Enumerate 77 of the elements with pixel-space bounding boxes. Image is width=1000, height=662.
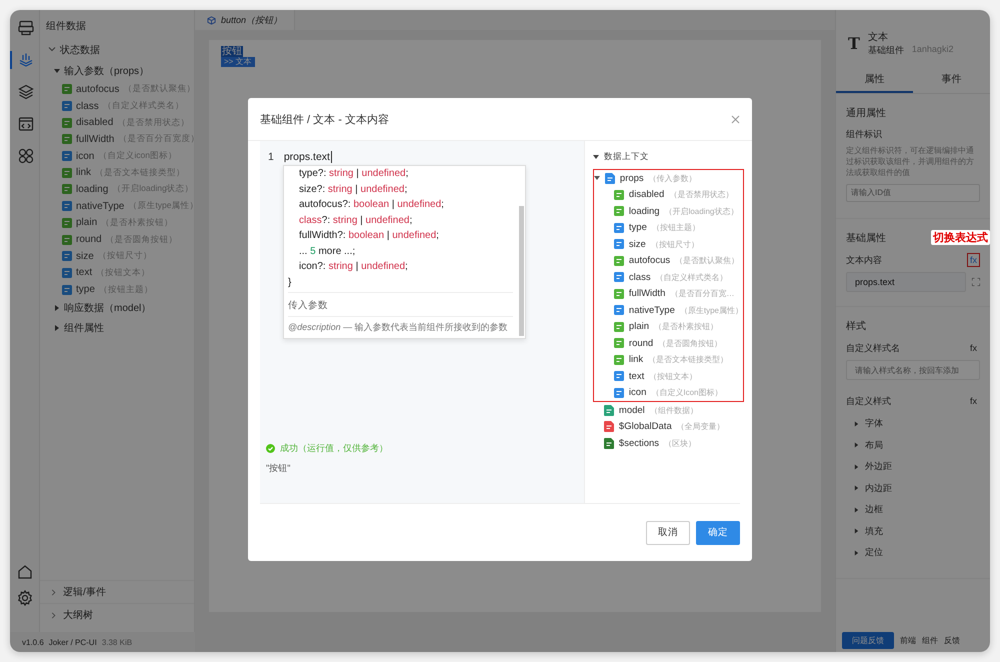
footer-link[interactable]: 反馈 <box>944 635 960 646</box>
footer-link[interactable]: 前端 <box>900 635 916 646</box>
tree-item[interactable]: size （按钮尺寸） <box>594 236 743 252</box>
style-group[interactable]: 内边距 <box>846 478 980 499</box>
tree-node[interactable]: 响应数据（model） <box>40 298 194 318</box>
panel-title: 组件数据 <box>45 20 87 34</box>
code-line: autofocus?: boolean | undefined; <box>298 198 445 212</box>
collapsible-section[interactable]: 大纲树 <box>40 603 194 626</box>
tree-item[interactable]: disabled （是否禁用状态） <box>594 186 743 203</box>
file-size: 3.38 KiB <box>102 638 132 646</box>
project-name: Joker / PC-UI <box>48 638 97 646</box>
result-value: "按钮" <box>266 462 292 475</box>
tree-item[interactable]: link （是否文本链接类型） <box>594 352 743 368</box>
annotation-label: 切换表达式 <box>931 230 990 245</box>
style-group[interactable]: 外边距 <box>846 456 980 478</box>
line-number: 1 <box>268 151 274 163</box>
text-input[interactable]: props.text <box>846 272 966 292</box>
tree-item[interactable]: fullWidth （是否百分百宽… <box>594 286 743 302</box>
code-line: size?: string | undefined; <box>298 182 408 196</box>
code-text: props.text <box>284 151 332 163</box>
panel-tab[interactable]: 属性 <box>836 69 913 93</box>
tree-node[interactable]: 组件属性 <box>40 318 194 338</box>
selected-component-label: 按钮 <box>221 46 243 57</box>
tree-item[interactable]: autofocus （是否默认聚焦） <box>594 252 743 269</box>
tree-node[interactable]: model （组件数据） <box>592 402 740 418</box>
expression-toggle[interactable]: fx <box>966 253 980 267</box>
tree-item[interactable]: text （按钮文本） <box>594 368 743 384</box>
tree-item[interactable]: nativeType （原生type属性） <box>594 302 743 318</box>
dialog-title: 基础组件 / 文本 - 文本内容 <box>260 112 389 126</box>
style-group[interactable]: 填充 <box>846 520 980 542</box>
tree-node[interactable]: 状态数据 <box>40 39 194 61</box>
code-line: class?: string | undefined; <box>298 214 414 228</box>
code-line: type?: string | undefined; <box>298 167 410 181</box>
tree-node[interactable]: 输入参数（props） <box>40 61 194 81</box>
footer-link[interactable]: 组件 <box>922 635 938 646</box>
tree-item[interactable]: class （自定义样式类名） <box>594 269 743 286</box>
tree-item[interactable]: round （是否圆角按钮） <box>594 335 743 352</box>
field-label: 自定义样式 <box>846 394 891 408</box>
tree-header[interactable]: 数据上下文 <box>592 151 740 163</box>
code-line: icon?: string | undefined; <box>298 260 409 274</box>
text-type-icon: T <box>848 34 860 53</box>
tree-node[interactable]: props （传入参数） <box>594 170 743 186</box>
expression-toggle[interactable]: fx <box>966 394 980 408</box>
field-label: 文本内容 <box>846 254 882 266</box>
code-line: fullWidth?: boolean | undefined; <box>298 229 440 243</box>
tree-item[interactable]: type （按钮主题） <box>594 220 743 236</box>
tree-node[interactable]: $sections （区块） <box>592 435 740 452</box>
field-label: 组件标识 <box>846 128 883 141</box>
hint-description: @description — 输入参数代表当前组件所接收到的参数 <box>288 316 513 334</box>
style-group[interactable]: 定位 <box>846 542 980 564</box>
feedback-button[interactable]: 问题反馈 <box>842 632 894 649</box>
expression-toggle[interactable]: fx <box>966 341 980 355</box>
cancel-button[interactable]: 取消 <box>646 520 690 544</box>
panel-tab[interactable]: 事件 <box>913 69 990 93</box>
breadcrumb-tag[interactable]: >> 文本 <box>221 57 255 67</box>
class-input[interactable]: 请输入样式名称，按回车添加 <box>846 360 980 380</box>
collapsible-section[interactable]: 逻辑/事件 <box>40 580 194 603</box>
style-group[interactable]: 布局 <box>846 434 980 456</box>
style-group[interactable]: 字体 <box>846 413 980 434</box>
tree-item[interactable]: icon （自定义Icon图标） <box>594 384 743 401</box>
hint-summary: 传入参数 <box>288 292 513 316</box>
tree-item[interactable]: loading （开启loading状态） <box>594 203 743 220</box>
result-status: 成功（运行值，仅供参考） <box>280 442 388 455</box>
section-header[interactable]: 通用属性 <box>846 102 980 128</box>
code-line: ... 5 more ...; <box>298 244 356 258</box>
component-title: 文本 <box>868 30 889 44</box>
section-header[interactable]: 样式 <box>846 315 980 341</box>
component-category: 基础组件 <box>868 44 904 57</box>
help-text: 定义组件标识符，可在逻辑编排中通过标识获取该组件，并调用组件的方法或获取组件的值 <box>846 145 975 178</box>
id-textarea[interactable]: 请输入ID值 <box>846 184 980 202</box>
version-text: v1.0.6 <box>22 638 44 646</box>
confirm-button[interactable]: 确定 <box>696 520 740 544</box>
style-group[interactable]: 边框 <box>846 499 980 520</box>
tree-node[interactable]: $GlobalData （全局变量） <box>592 418 740 435</box>
field-label: 自定义样式名 <box>846 342 900 354</box>
code-line: } <box>288 276 292 290</box>
tree-item[interactable]: plain （是否朴素按钮） <box>594 318 743 335</box>
